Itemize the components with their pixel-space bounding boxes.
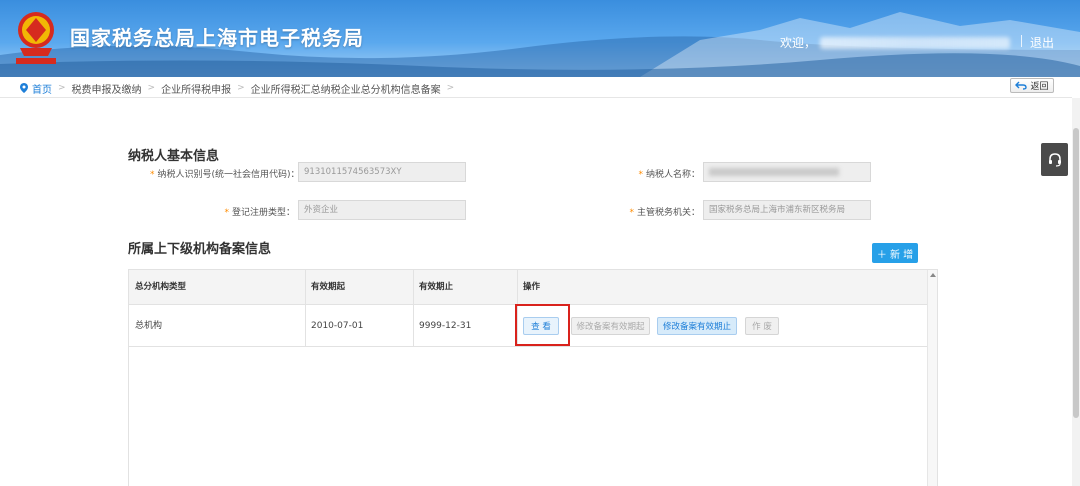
add-button[interactable]: ＋ 新 增 bbox=[872, 243, 918, 263]
reg-type-field: 外资企业 bbox=[298, 200, 466, 220]
logout-link[interactable]: 退出 bbox=[1030, 34, 1054, 51]
taxpayer-name-label: * 纳税人名称： bbox=[638, 170, 700, 180]
taxpayer-name-redacted bbox=[709, 168, 839, 176]
table-scrollbar[interactable] bbox=[927, 270, 937, 486]
header-banner: 国家税务总局上海市电子税务局 欢迎， 退出 bbox=[0, 0, 1080, 77]
site-title: 国家税务总局上海市电子税务局 bbox=[70, 26, 364, 50]
chevron-right-icon: > bbox=[58, 83, 66, 93]
welcome-prefix: 欢迎， bbox=[779, 36, 816, 50]
scrollbar-thumb[interactable] bbox=[1073, 128, 1079, 418]
breadcrumb-item[interactable]: 税费申报及缴纳 bbox=[72, 81, 142, 96]
table-header: 总分机构类型 有效期起 有效期止 操作 bbox=[129, 270, 927, 305]
chevron-right-icon: > bbox=[147, 83, 156, 93]
org-type-cell: 总机构 bbox=[135, 321, 163, 331]
customer-service-button[interactable] bbox=[1041, 143, 1068, 176]
breadcrumb-item: 企业所得税汇总纳税企业总分机构信息备案 bbox=[250, 84, 441, 96]
void-button[interactable]: 作 废 bbox=[745, 317, 779, 335]
start-date-cell: 2010-07-01 bbox=[311, 321, 364, 331]
modify-start-button[interactable]: 修改备案有效期起 bbox=[571, 317, 650, 335]
scroll-up-icon[interactable] bbox=[930, 273, 936, 277]
breadcrumb: 首页 > 税费申报及缴纳 > 企业所得税申报 > 企业所得税汇总纳税企业总分机构… bbox=[20, 81, 460, 96]
welcome-text: 欢迎， bbox=[780, 34, 1010, 51]
reg-type-label: * 登记注册类型： bbox=[224, 208, 295, 218]
tax-office-label: * 主管税务机关： bbox=[629, 208, 700, 218]
taxpayer-id-label: * 纳税人识别号(统一社会信用代码)： bbox=[150, 170, 300, 180]
tax-office-field: 国家税务总局上海市浦东新区税务局 bbox=[703, 200, 871, 220]
page-scrollbar[interactable] bbox=[1072, 98, 1080, 486]
headset-icon bbox=[1048, 152, 1061, 167]
user-name-redacted bbox=[820, 36, 1010, 49]
header-divider bbox=[1021, 35, 1022, 47]
view-button[interactable]: 查 看 bbox=[523, 317, 559, 335]
org-info-title: 所属上下级机构备案信息 bbox=[128, 242, 272, 257]
taxpayer-name-field bbox=[703, 162, 871, 182]
location-pin-icon bbox=[20, 83, 28, 93]
end-date-cell: 9999-12-31 bbox=[419, 321, 472, 331]
chevron-right-icon: > bbox=[446, 83, 455, 93]
breadcrumb-home[interactable]: 首页 bbox=[20, 81, 52, 96]
column-header: 有效期止 bbox=[419, 282, 454, 292]
chevron-right-icon: > bbox=[237, 83, 245, 93]
org-table: 总分机构类型 有效期起 有效期止 操作 总机构 2010-07-01 9999-… bbox=[128, 269, 938, 486]
tax-emblem-icon bbox=[16, 12, 56, 64]
basic-info-title: 纳税人基本信息 bbox=[128, 149, 220, 164]
taxpayer-id-field: 9131011574563573XY bbox=[298, 162, 466, 182]
return-arrow-icon bbox=[1015, 81, 1028, 90]
modify-end-button[interactable]: 修改备案有效期止 bbox=[657, 317, 737, 335]
column-header: 有效期起 bbox=[311, 282, 346, 292]
back-button-label: 返回 bbox=[1030, 82, 1049, 92]
breadcrumb-home-label[interactable]: 首页 bbox=[32, 81, 52, 96]
header-rule bbox=[0, 97, 1072, 98]
column-header: 操作 bbox=[523, 282, 541, 292]
back-button[interactable]: 返回 bbox=[1010, 78, 1054, 93]
column-header: 总分机构类型 bbox=[135, 282, 187, 292]
breadcrumb-item[interactable]: 企业所得税申报 bbox=[161, 81, 231, 96]
